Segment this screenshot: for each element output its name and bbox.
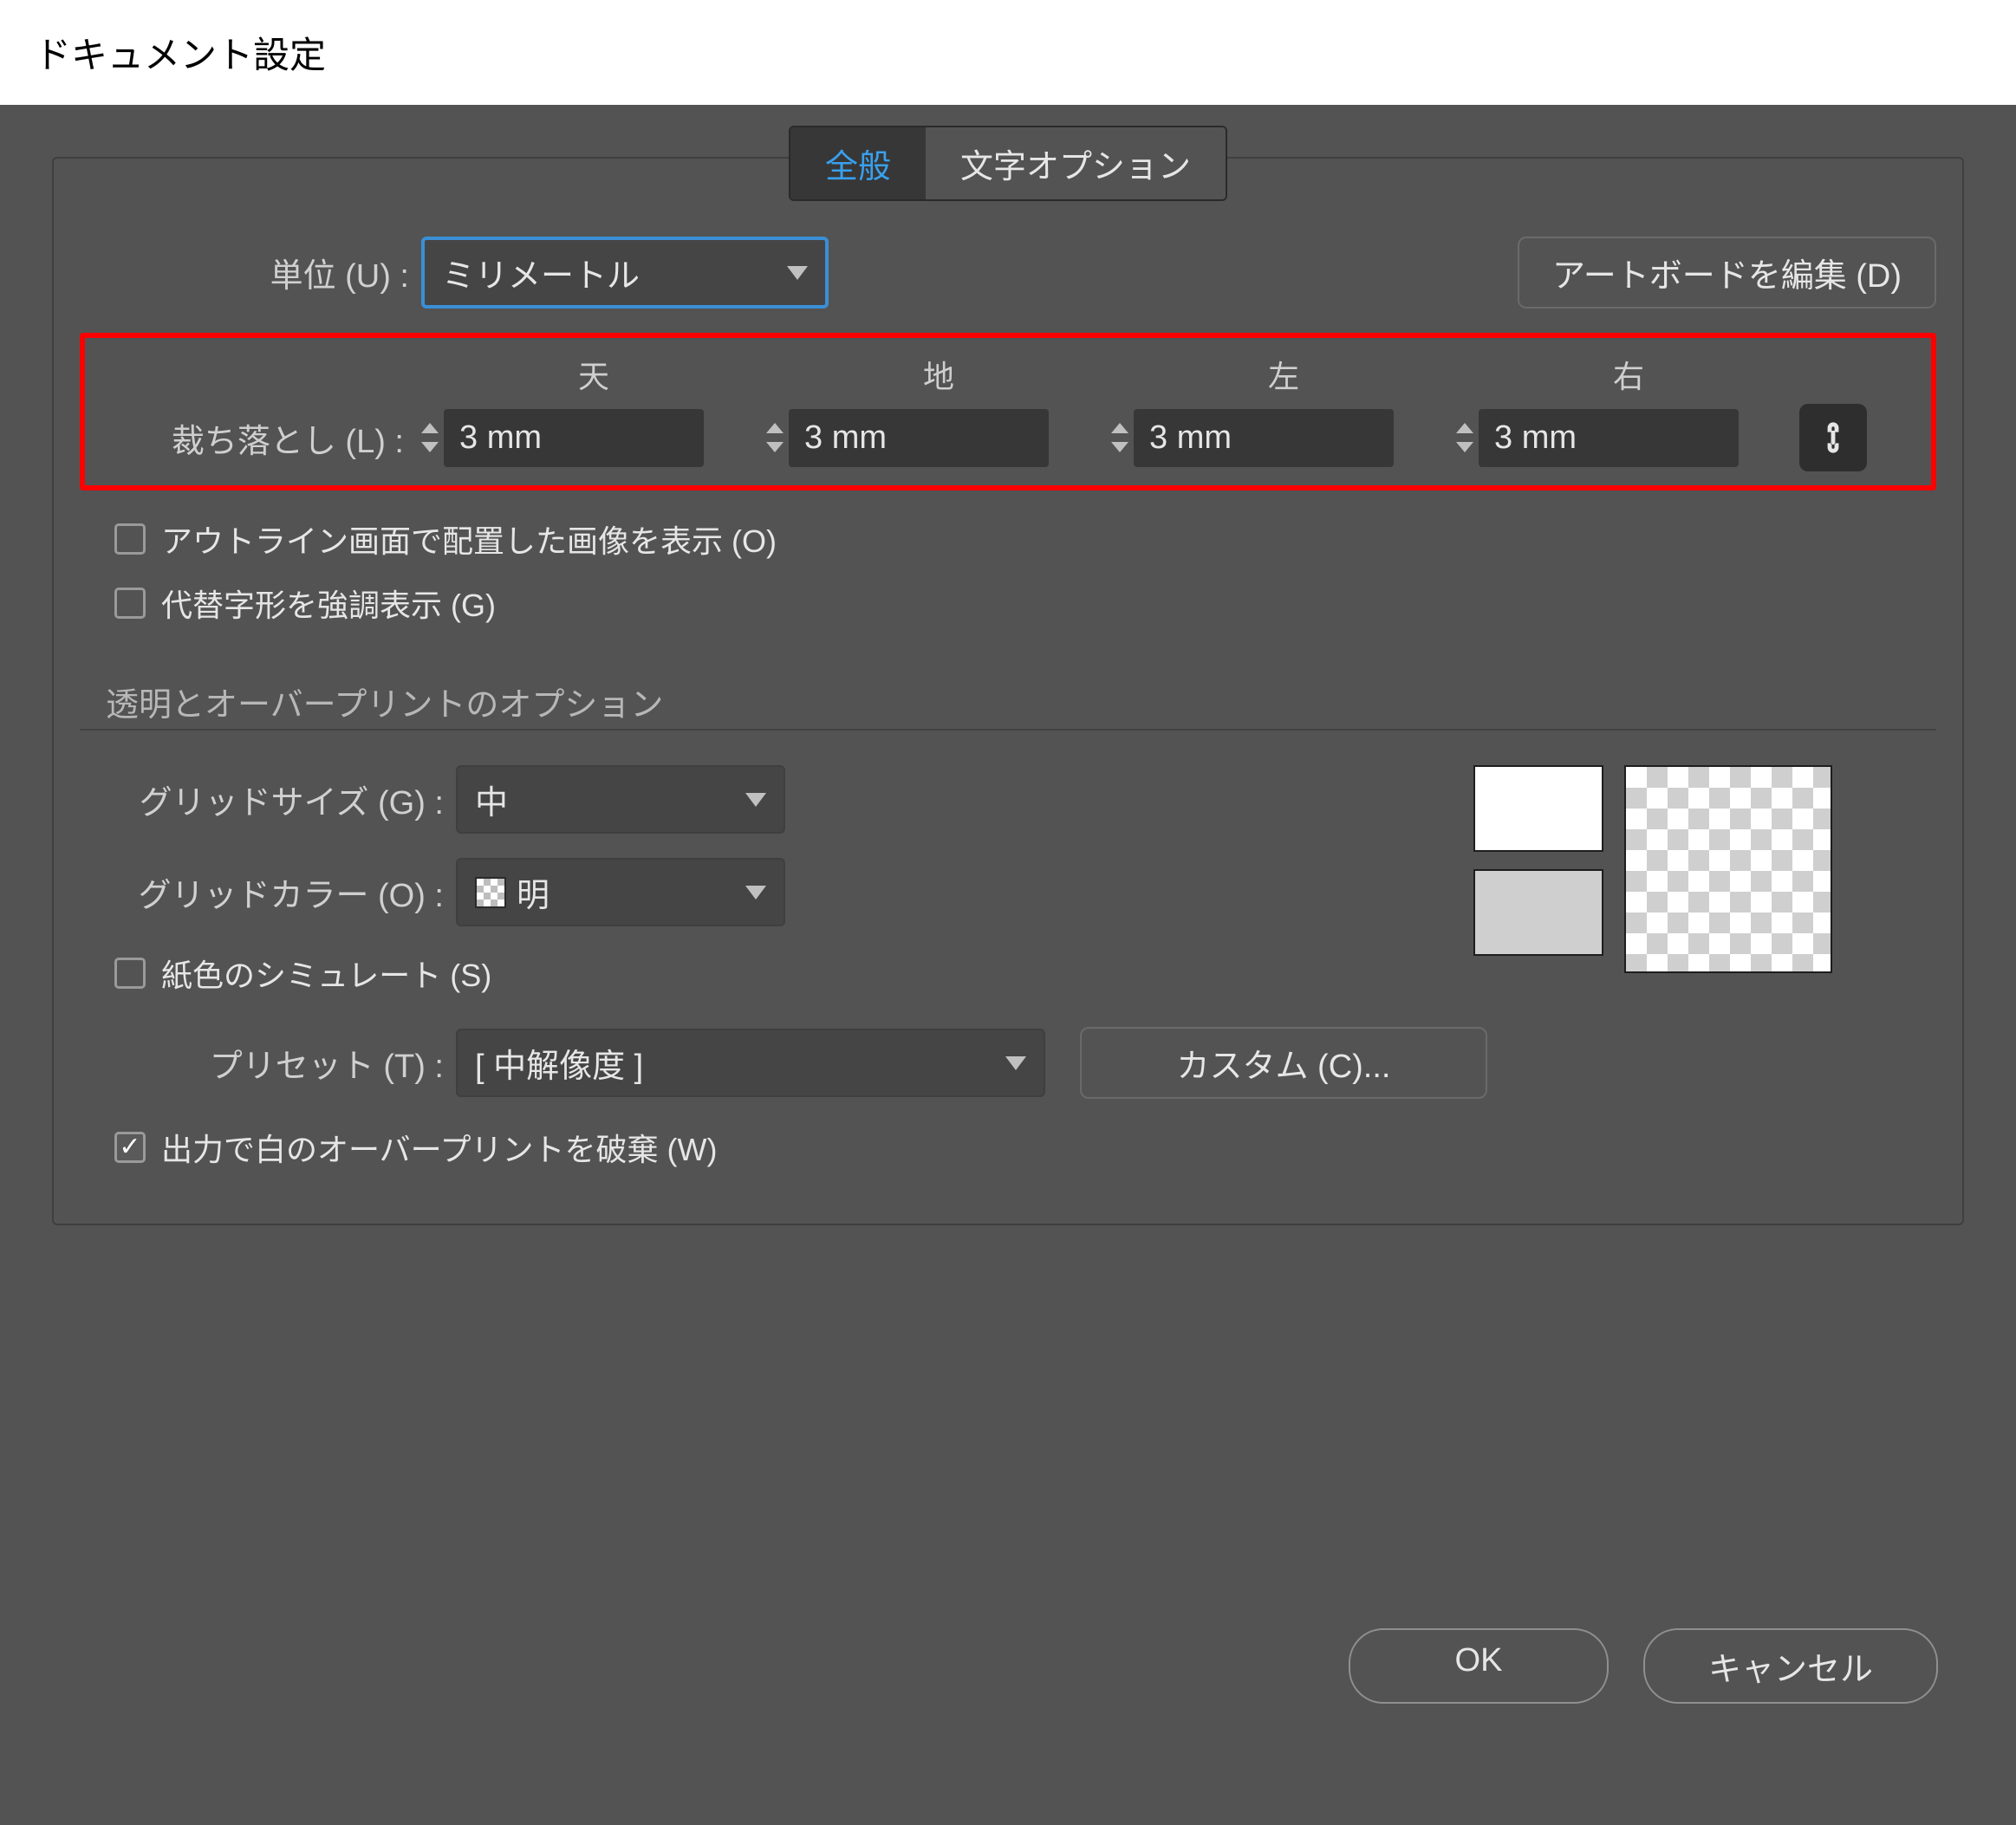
bleed-highlight: 天 地 左 右 裁ち落とし (L) : <box>80 333 1936 490</box>
arrow-down-icon[interactable] <box>766 442 784 452</box>
arrow-up-icon[interactable] <box>421 423 439 433</box>
simulate-paper-checkbox[interactable] <box>114 958 146 989</box>
units-label: 単位 (U) : <box>80 249 409 296</box>
bleed-header-bottom: 地 <box>766 352 1111 397</box>
chevron-down-icon <box>1005 1056 1026 1070</box>
swatch-checker-preview <box>1624 765 1832 973</box>
grid-color-row: グリッドカラー (O) : 明 <box>97 858 785 926</box>
units-select[interactable]: ミリメートル <box>421 237 829 308</box>
discard-white-overprint-label: 出力で白のオーバープリントを破棄 (W) <box>161 1125 717 1170</box>
alt-glyphs-label: 代替字形を強調表示 (G) <box>161 581 496 626</box>
tab-general[interactable]: 全般 <box>790 127 926 199</box>
bleed-row: 裁ち落とし (L) : <box>101 404 1915 471</box>
outline-images-row[interactable]: アウトライン画面で配置した画像を表示 (O) <box>114 516 1936 562</box>
preset-select[interactable]: [ 中解像度 ] <box>456 1029 1045 1097</box>
divider <box>80 729 1936 731</box>
bleed-right-input[interactable] <box>1479 409 1739 467</box>
preset-row: プリセット (T) : [ 中解像度 ] カスタム (C)... <box>80 1027 1936 1099</box>
arrow-down-icon[interactable] <box>421 442 439 452</box>
checker-icon <box>475 877 506 908</box>
bleed-bottom-input[interactable] <box>789 409 1049 467</box>
simulate-paper-row[interactable]: 紙色のシミュレート (S) <box>114 951 785 996</box>
bleed-left-spinner[interactable] <box>1111 409 1442 467</box>
dialog-body: 全般 文字オプション 単位 (U) : ミリメートル アートボードを編集 (D)… <box>0 105 2016 1825</box>
bleed-header-top: 天 <box>421 352 766 397</box>
alt-glyphs-checkbox[interactable] <box>114 588 146 619</box>
bleed-header-left: 左 <box>1111 352 1456 397</box>
grid-size-value: 中 <box>475 776 508 823</box>
chevron-down-icon <box>745 793 766 807</box>
grid-size-select[interactable]: 中 <box>456 765 785 834</box>
swatch-grey[interactable] <box>1473 869 1603 956</box>
bleed-left-input[interactable] <box>1134 409 1394 467</box>
window-title: ドキュメント設定 <box>0 0 2016 105</box>
units-row: 単位 (U) : ミリメートル アートボードを編集 (D) <box>80 237 1936 308</box>
custom-button[interactable]: カスタム (C)... <box>1080 1027 1487 1099</box>
grid-color-select[interactable]: 明 <box>456 858 785 926</box>
chevron-down-icon <box>787 266 808 280</box>
arrow-down-icon[interactable] <box>1456 442 1473 452</box>
bleed-bottom-spinner[interactable] <box>766 409 1097 467</box>
bleed-headers: 天 地 左 右 <box>101 352 1915 397</box>
bleed-header-right: 右 <box>1456 352 1801 397</box>
dialog-buttons: OK キャンセル <box>1349 1628 1938 1704</box>
edit-artboards-button[interactable]: アートボードを編集 (D) <box>1518 237 1936 308</box>
units-value: ミリメートル <box>442 249 640 296</box>
arrow-up-icon[interactable] <box>1456 423 1473 433</box>
link-icon <box>1816 417 1850 458</box>
discard-white-overprint-row[interactable]: 出力で白のオーバープリントを破棄 (W) <box>114 1125 1936 1170</box>
bleed-top-spinner[interactable] <box>421 409 752 467</box>
spinner-buttons[interactable] <box>1456 419 1473 457</box>
outline-images-label: アウトライン画面で配置した画像を表示 (O) <box>161 516 777 562</box>
bleed-right-spinner[interactable] <box>1456 409 1787 467</box>
grid-color-value: 明 <box>517 868 550 916</box>
arrow-up-icon[interactable] <box>1111 423 1128 433</box>
bleed-top-input[interactable] <box>444 409 704 467</box>
outline-images-checkbox[interactable] <box>114 523 146 555</box>
swatch-preview <box>1473 765 1832 973</box>
spinner-buttons[interactable] <box>421 419 439 457</box>
swatch-white[interactable] <box>1473 765 1603 852</box>
bleed-label: 裁ち落とし (L) : <box>101 414 404 462</box>
cancel-button[interactable]: キャンセル <box>1643 1628 1938 1704</box>
link-values-button[interactable] <box>1799 404 1867 471</box>
arrow-up-icon[interactable] <box>766 423 784 433</box>
simulate-paper-label: 紙色のシミュレート (S) <box>161 951 491 996</box>
spinner-buttons[interactable] <box>1111 419 1128 457</box>
alt-glyphs-row[interactable]: 代替字形を強調表示 (G) <box>114 581 1936 626</box>
spinner-buttons[interactable] <box>766 419 784 457</box>
tab-text-options[interactable]: 文字オプション <box>926 127 1226 199</box>
tabs: 全般 文字オプション <box>789 126 1227 201</box>
discard-white-overprint-checkbox[interactable] <box>114 1132 146 1163</box>
general-fieldset: 全般 文字オプション 単位 (U) : ミリメートル アートボードを編集 (D)… <box>52 157 1964 1225</box>
transparency-section-title: 透明とオーバープリントのオプション <box>106 678 1936 725</box>
grid-size-label: グリッドサイズ (G) : <box>97 776 444 823</box>
preset-label: プリセット (T) : <box>97 1039 444 1087</box>
preset-value: [ 中解像度 ] <box>475 1039 643 1087</box>
grid-color-label: グリッドカラー (O) : <box>97 868 444 916</box>
arrow-down-icon[interactable] <box>1111 442 1128 452</box>
ok-button[interactable]: OK <box>1349 1628 1609 1704</box>
transparency-grid-section: グリッドサイズ (G) : 中 グリッドカラー (O) : 明 <box>80 765 1936 1015</box>
grid-size-row: グリッドサイズ (G) : 中 <box>97 765 785 834</box>
chevron-down-icon <box>745 886 766 900</box>
